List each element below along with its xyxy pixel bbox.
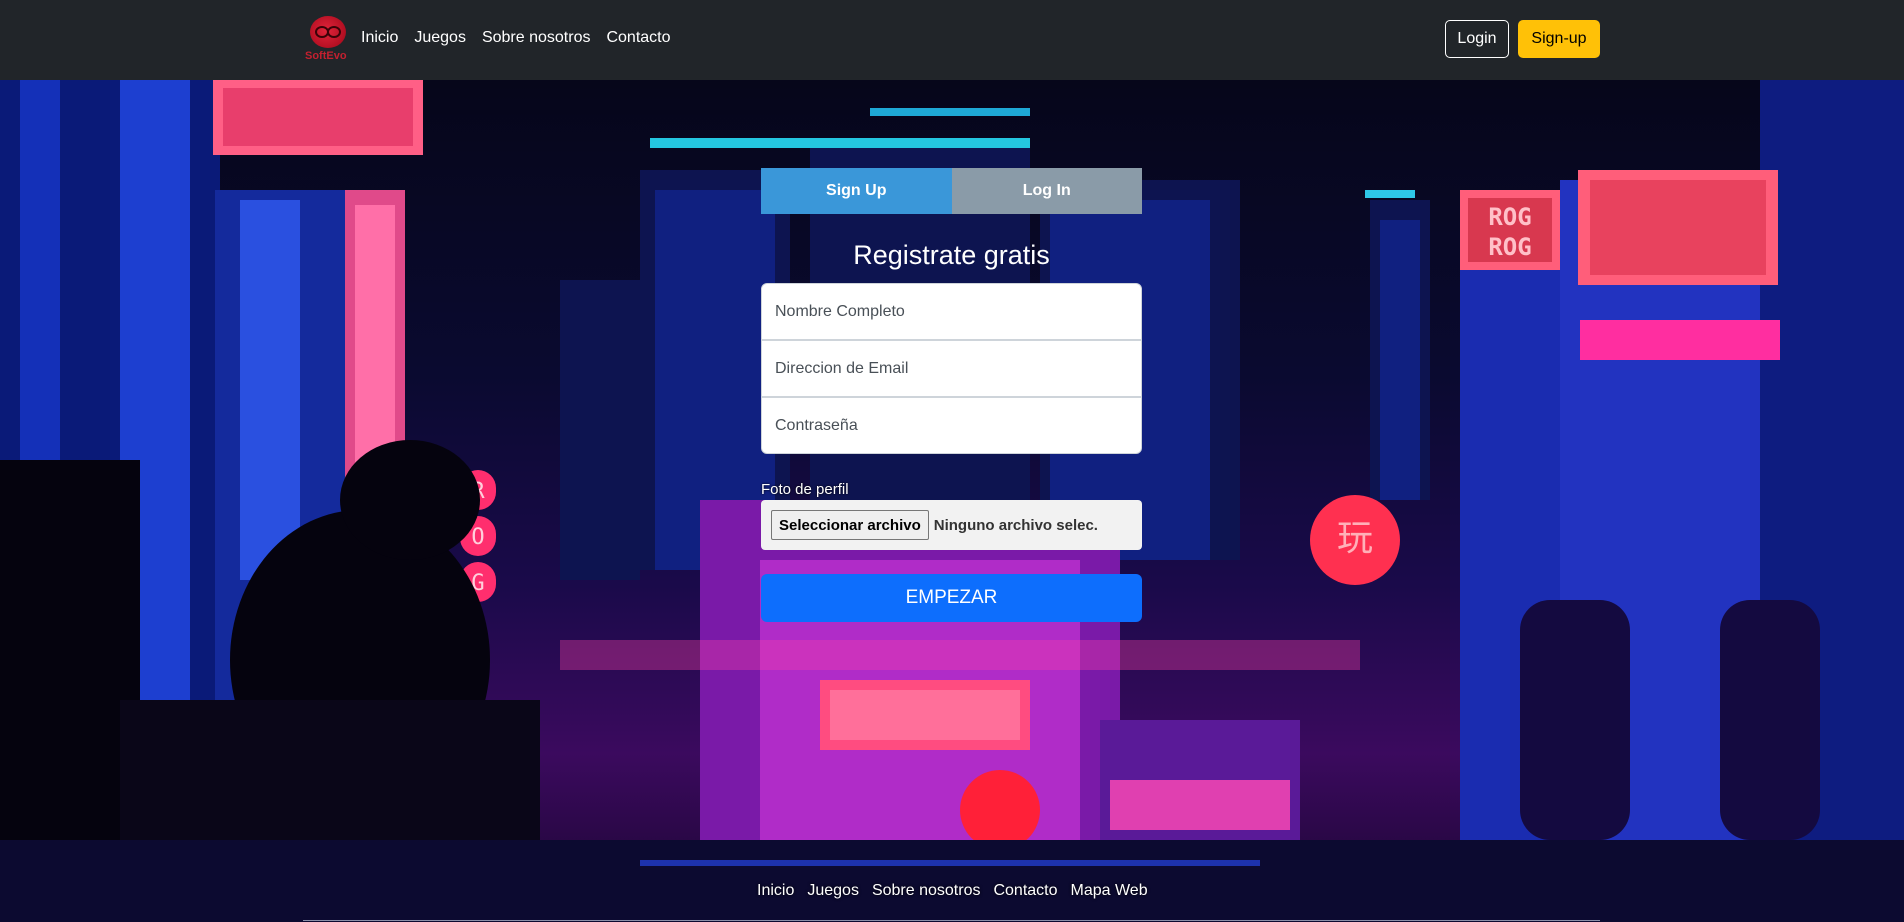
footer-links: Inicio Juegos Sobre nosotros Contacto Ma… [757, 882, 1148, 900]
softevo-logo-icon [310, 16, 346, 48]
navbar: SoftEvo Inicio Juegos Sobre nosotros Con… [0, 0, 1904, 80]
nav-link-sobre-nosotros[interactable]: Sobre nosotros [482, 29, 591, 47]
full-name-input[interactable] [761, 283, 1142, 340]
file-status-text: Ninguno archivo selec. [933, 516, 1098, 534]
sign-letter-o: O [471, 525, 484, 550]
footer-link-contacto[interactable]: Contacto [993, 882, 1057, 900]
start-button[interactable]: EMPEZAR [761, 574, 1142, 622]
nav-link-juegos[interactable]: Juegos [414, 29, 466, 47]
password-input[interactable] [761, 397, 1142, 454]
nav-link-inicio[interactable]: Inicio [361, 29, 398, 47]
profile-photo-file-input[interactable]: Seleccionar archivo Ninguno archivo sele… [761, 500, 1142, 550]
tab-signup[interactable]: Sign Up [761, 168, 952, 214]
signup-form: Sign Up Log In Registrate gratis Foto de… [761, 168, 1142, 622]
signup-button[interactable]: Sign-up [1518, 20, 1600, 58]
profile-photo-label: Foto de perfil [761, 481, 849, 498]
form-tabs: Sign Up Log In [761, 168, 1142, 214]
footer-link-sobre-nosotros[interactable]: Sobre nosotros [872, 882, 981, 900]
login-button[interactable]: Login [1445, 20, 1509, 58]
form-title: Registrate gratis [853, 240, 1050, 270]
tab-login[interactable]: Log In [951, 168, 1142, 214]
footer-divider [303, 920, 1600, 921]
brand-name: SoftEvo [305, 50, 347, 62]
email-input[interactable] [761, 340, 1142, 397]
sign-play-char: 玩 [1337, 518, 1373, 559]
choose-file-button[interactable]: Seleccionar archivo [771, 510, 929, 540]
nav-link-contacto[interactable]: Contacto [606, 29, 670, 47]
brand-logo-link[interactable]: SoftEvo [303, 14, 353, 64]
sign-rog-2: ROG [1488, 233, 1531, 261]
footer-link-mapa-web[interactable]: Mapa Web [1071, 882, 1148, 900]
sign-rog-1: ROG [1488, 203, 1531, 231]
footer-link-inicio[interactable]: Inicio [757, 882, 794, 900]
nav-links: Inicio Juegos Sobre nosotros Contacto [361, 29, 671, 47]
footer-link-juegos[interactable]: Juegos [807, 882, 859, 900]
